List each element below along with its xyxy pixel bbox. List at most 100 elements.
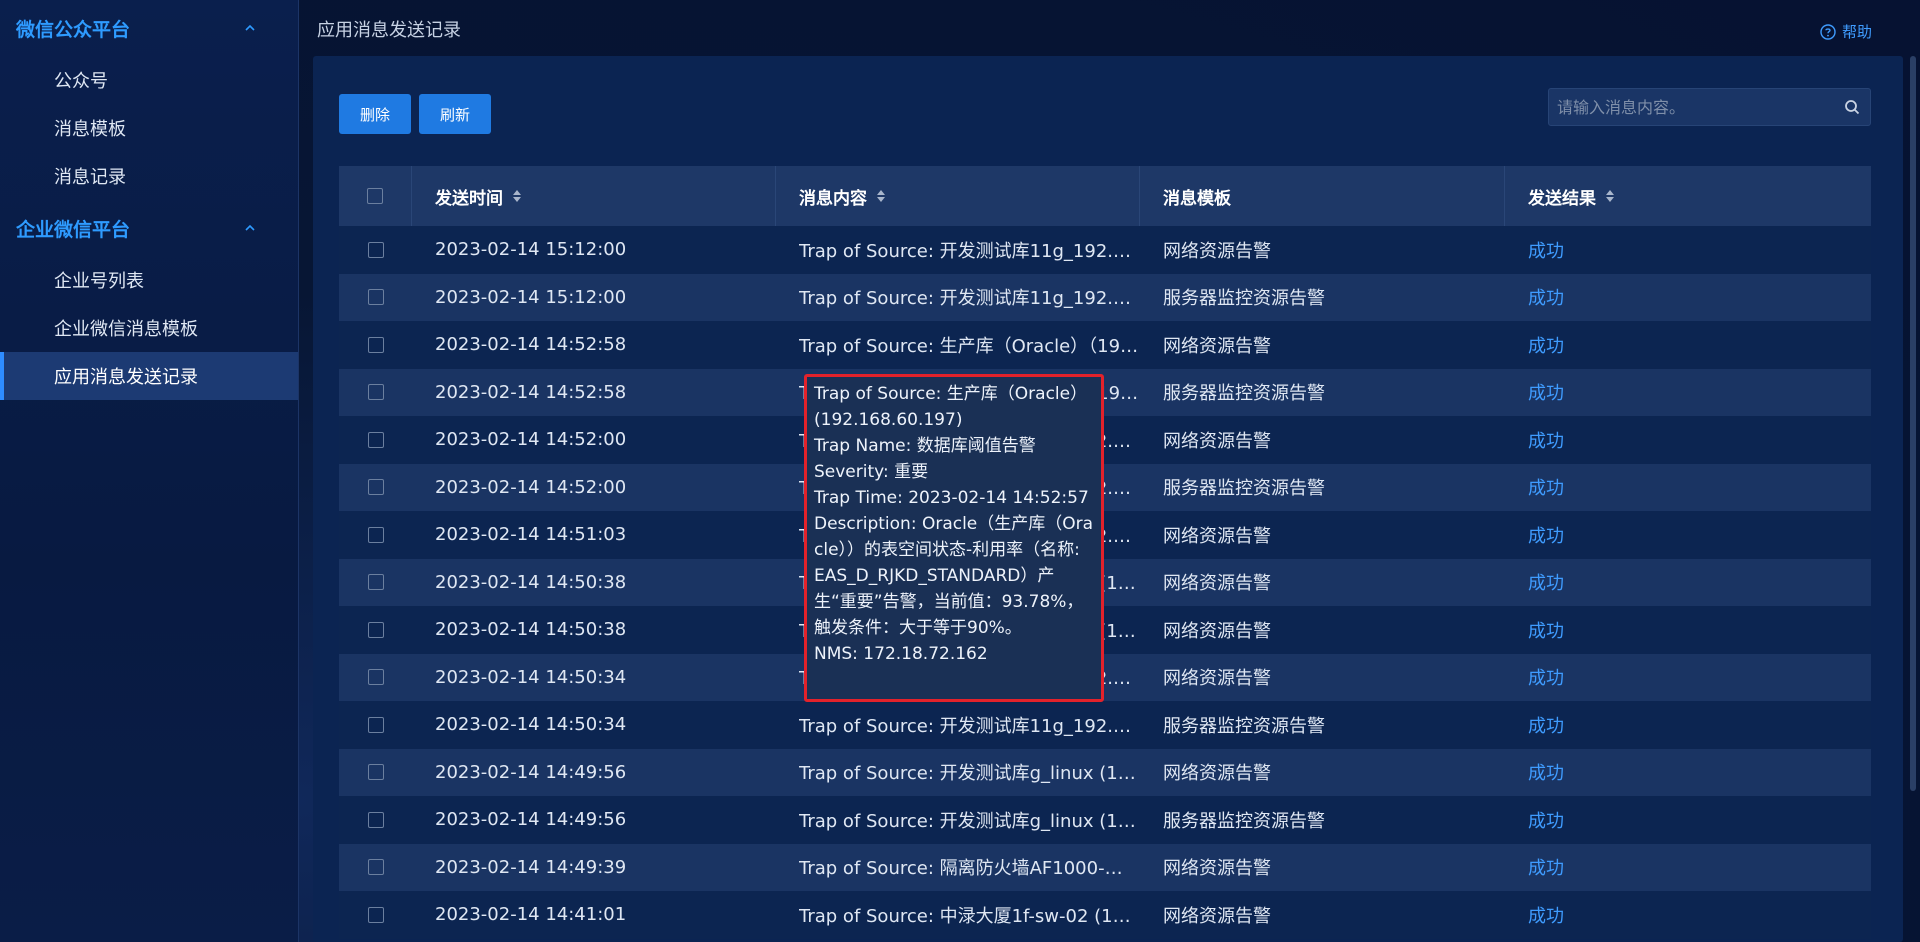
sidebar-item-message-record[interactable]: 消息记录 [0,152,298,200]
cell-send-time: 2023-02-14 14:49:56 [435,761,627,783]
row-checkbox[interactable] [367,479,384,496]
row-checkbox[interactable] [367,859,384,876]
table-row[interactable]: 2023-02-14 14:49:39 Trap of Source: 隔离防火墙… [339,843,1871,891]
cell-send-result[interactable]: 成功 [1528,569,1564,595]
row-checkbox[interactable] [367,336,384,353]
sort-icon[interactable] [1606,190,1614,202]
refresh-button[interactable]: 刷新 [419,94,491,134]
cell-send-time: 2023-02-14 14:50:34 [435,666,627,688]
search-icon[interactable] [1834,89,1870,125]
table-row[interactable]: 2023-02-14 14:50:38Trap of Source: 开发测试库… [339,606,1871,654]
cell-send-result[interactable]: 成功 [1528,474,1564,500]
sidebar-item-official-account[interactable]: 公众号 [0,56,298,104]
sidebar-item-message-template[interactable]: 消息模板 [0,104,298,152]
table-row[interactable]: 2023-02-14 14:49:56 Trap of Source: 开发测试库… [339,748,1871,796]
cell-message-content[interactable]: Trap of Source: 开发测试库11g_192.168.... [799,237,1139,263]
cell-send-result[interactable]: 成功 [1528,759,1564,785]
table-row[interactable]: 2023-02-14 14:50:38Trap of Source: 开发测试库… [339,558,1871,606]
row-checkbox[interactable] [367,574,384,591]
cell-message-content[interactable]: Trap of Source: 开发测试库g_linux (192.... [799,759,1139,785]
cell-send-time: 2023-02-14 14:50:38 [435,571,627,593]
chevron-up-icon [245,24,255,31]
tooltip-line: Trap Time: 2023-02-14 14:52:57 [814,488,1089,508]
cell-send-time: 2023-02-14 14:41:01 [435,904,627,926]
row-checkbox[interactable] [367,669,384,686]
table-row[interactable]: 2023-02-14 14:52:58Trap of Source: 生产库（O… [339,321,1871,369]
table-row[interactable]: 2023-02-14 14:49:56 Trap of Source: 开发测试库… [339,796,1871,844]
cell-message-template: 服务器监控资源告警 [1163,715,1325,737]
cell-send-result[interactable]: 成功 [1528,237,1564,263]
cell-send-time: 2023-02-14 14:49:39 [435,856,627,878]
select-all-checkbox[interactable] [367,188,383,204]
table-header: 发送时间 消息内容 消息模板 发送结果 [339,166,1871,226]
table-row[interactable]: 2023-02-14 15:12:00 Trap of Source: 开发测试库… [339,226,1871,274]
column-message-content[interactable]: 消息内容 [776,166,1140,226]
sidebar-item-enterprise-list[interactable]: 企业号列表 [0,256,298,304]
sidebar-item-wecom-template[interactable]: 企业微信消息模板 [0,304,298,352]
sort-icon[interactable] [877,190,885,202]
cell-message-content[interactable]: Trap of Source: 生产库（Oracle）（192.... [799,332,1139,358]
cell-message-content[interactable]: Trap of Source: 中渌大厦1f-sw-02 (172.... [799,902,1139,928]
cell-message-template: 网络资源告警 [1163,573,1271,595]
sidebar-item-app-message-record[interactable]: 应用消息发送记录 [0,352,298,400]
sort-icon[interactable] [513,190,521,202]
message-content-tooltip: Trap of Source: 生产库（Oracle）(192.168.60.1… [804,374,1104,702]
sidebar-group-title: 微信公众平台 [16,18,131,41]
row-checkbox[interactable] [367,384,384,401]
cell-message-template: 网络资源告警 [1163,905,1271,927]
cell-send-result[interactable]: 成功 [1528,712,1564,738]
chevron-up-icon [245,224,255,231]
cell-send-result[interactable]: 成功 [1528,807,1564,833]
cell-send-result[interactable]: 成功 [1528,854,1564,880]
table-row[interactable]: 2023-02-14 14:51:03Trap of Source: 开发测试库… [339,511,1871,559]
delete-button[interactable]: 删除 [339,94,411,134]
sidebar-group-wecom[interactable]: 企业微信平台 [0,200,298,256]
cell-message-template: 网络资源告警 [1163,620,1271,642]
column-send-time[interactable]: 发送时间 [412,166,776,226]
row-checkbox[interactable] [367,621,384,638]
cell-send-result[interactable]: 成功 [1528,664,1564,690]
column-send-result[interactable]: 发送结果 [1505,166,1871,226]
cell-send-result[interactable]: 成功 [1528,332,1564,358]
cell-send-result[interactable]: 成功 [1528,379,1564,405]
row-checkbox[interactable] [367,764,384,781]
tooltip-line: Trap Name: 数据库阈值告警 [814,436,1036,456]
row-checkbox[interactable] [367,716,384,733]
row-checkbox[interactable] [367,241,384,258]
cell-message-content[interactable]: Trap of Source: 开发测试库11g_192.168.... [799,712,1139,738]
cell-message-template: 网络资源告警 [1163,668,1271,690]
row-checkbox[interactable] [367,906,384,923]
scrollbar[interactable] [1910,56,1916,791]
cell-message-content[interactable]: Trap of Source: 开发测试库g_linux (192.... [799,807,1139,833]
cell-message-content[interactable]: Trap of Source: 开发测试库11g_192.168.... [799,284,1139,310]
row-checkbox[interactable] [367,526,384,543]
cell-send-result[interactable]: 成功 [1528,427,1564,453]
cell-message-template: 网络资源告警 [1163,525,1271,547]
table-row[interactable]: 2023-02-14 14:50:34Trap of Source: 开发测试库… [339,701,1871,749]
sidebar-group-wechat-official[interactable]: 微信公众平台 [0,0,298,56]
cell-send-result[interactable]: 成功 [1528,902,1564,928]
cell-send-time: 2023-02-14 14:49:56 [435,809,627,831]
row-checkbox[interactable] [367,289,384,306]
cell-send-result[interactable]: 成功 [1528,522,1564,548]
cell-send-result[interactable]: 成功 [1528,284,1564,310]
row-checkbox[interactable] [367,811,384,828]
table-row[interactable]: 2023-02-14 14:52:00Trap of Source: 开发测试库… [339,416,1871,464]
cell-send-time: 2023-02-14 15:12:00 [435,239,627,261]
table-row[interactable]: 2023-02-14 14:50:34Trap of Source: 开发测试库… [339,653,1871,701]
cell-send-result[interactable]: 成功 [1528,617,1564,643]
cell-message-template: 服务器监控资源告警 [1163,383,1325,405]
help-link[interactable]: 帮助 [1820,21,1872,42]
table-row[interactable]: 2023-02-14 14:41:01 Trap of Source: 中渌大厦1… [339,891,1871,939]
cell-message-template: 网络资源告警 [1163,335,1271,357]
cell-send-time: 2023-02-14 14:50:38 [435,619,627,641]
column-message-template: 消息模板 [1140,166,1505,226]
cell-message-template: 服务器监控资源告警 [1163,810,1325,832]
table-row[interactable]: 2023-02-14 14:52:00Trap of Source: 开发测试库… [339,463,1871,511]
search-input[interactable] [1549,89,1834,125]
table-row[interactable]: 2023-02-14 15:12:00 Trap of Source: 开发测试库… [339,273,1871,321]
cell-message-content[interactable]: Trap of Source: 隔离防火墙AF1000-主 (1... [799,854,1139,880]
tooltip-line: NMS: 172.18.72.162 [814,644,988,664]
table-row[interactable]: 2023-02-14 14:52:58Trap of Source: 生产库（O… [339,368,1871,416]
row-checkbox[interactable] [367,431,384,448]
